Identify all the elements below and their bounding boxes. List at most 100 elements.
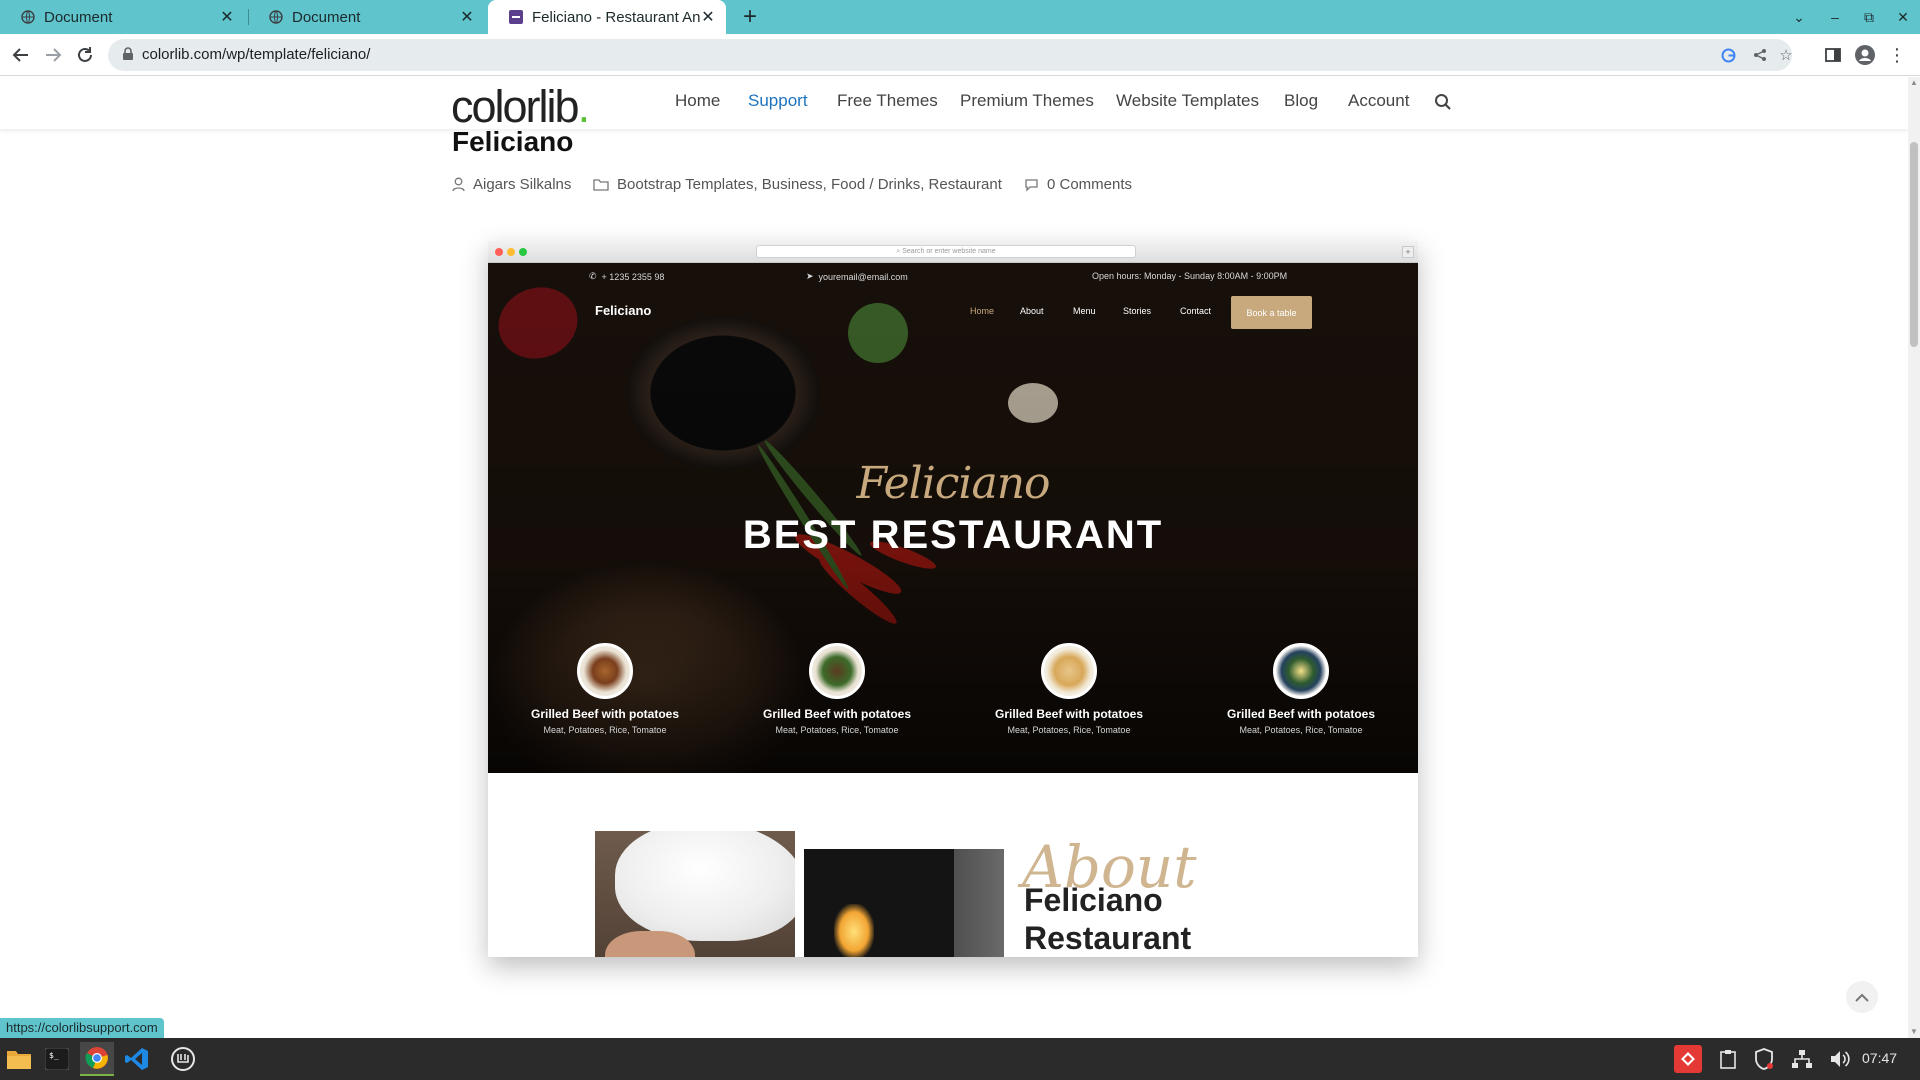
chef-hat-shape	[615, 831, 795, 941]
chrome-icon[interactable]	[80, 1042, 114, 1076]
network-tray-icon[interactable]	[1788, 1045, 1816, 1073]
post-comments: 0 Comments	[1024, 176, 1132, 193]
taskbar-clock[interactable]: 07:47	[1862, 1050, 1897, 1066]
status-bar-url: https://colorlibsupport.com	[0, 1018, 164, 1038]
lock-icon	[122, 47, 134, 66]
preview-dish-card: Grilled Beef with potatoes Meat, Potatoe…	[974, 643, 1164, 735]
tab-title: Document	[292, 8, 361, 26]
preview-dish-card: Grilled Beef with potatoes Meat, Potatoe…	[742, 643, 932, 735]
globe-icon	[268, 10, 283, 25]
nav-website-templates[interactable]: Website Templates	[1116, 91, 1259, 111]
tab-title: Document	[44, 8, 113, 26]
chef-coat-shape	[804, 849, 954, 957]
comments-link[interactable]: 0 Comments	[1047, 176, 1132, 193]
globe-icon	[20, 10, 35, 25]
close-window-icon[interactable]: ✕	[1886, 0, 1920, 34]
profile-avatar-icon[interactable]	[1850, 40, 1880, 70]
browser-tab-document-2[interactable]: Document ✕	[248, 0, 485, 34]
nav-premium-themes[interactable]: Premium Themes	[960, 91, 1094, 111]
browser-tab-feliciano[interactable]: Feliciano - Restaurant And Ca ✕	[488, 0, 726, 34]
dish-image	[577, 643, 633, 699]
post-author: Aigars Silkalns	[452, 176, 571, 193]
dish-image	[1273, 643, 1329, 699]
categories-links[interactable]: Bootstrap Templates, Business, Food / Dr…	[617, 176, 1002, 193]
bookmark-star-icon[interactable]: ☆	[1776, 45, 1796, 65]
page-scrollbar[interactable]: ▲ ▼	[1908, 77, 1920, 1038]
user-icon	[452, 177, 465, 192]
scrollbar-thumb[interactable]	[1910, 142, 1918, 347]
preview-dish-card: Grilled Beef with potatoes Meat, Potatoe…	[1206, 643, 1396, 735]
google-lens-icon[interactable]	[1718, 45, 1738, 65]
anydesk-tray-icon[interactable]	[1674, 1045, 1702, 1073]
nav-account[interactable]: Account	[1348, 91, 1409, 111]
browser-tab-document-1[interactable]: Document ✕	[0, 0, 245, 34]
close-tab-icon[interactable]: ✕	[700, 7, 716, 27]
share-icon[interactable]	[1750, 45, 1770, 65]
close-dot-icon	[495, 248, 503, 256]
close-tab-icon[interactable]: ✕	[219, 7, 235, 27]
dish-image	[1041, 643, 1097, 699]
volume-tray-icon[interactable]	[1826, 1045, 1854, 1073]
preview-url-field: ⌕ Search or enter website name	[756, 245, 1136, 258]
site-header: colorlib. Home Support Free Themes Premi…	[0, 77, 1908, 132]
dish-ingredients: Meat, Potatoes, Rice, Tomatoe	[1007, 725, 1131, 735]
scroll-down-icon[interactable]: ▼	[1910, 1028, 1918, 1036]
search-icon[interactable]	[1434, 93, 1452, 116]
browser-toolbar: colorlib.com/wp/template/feliciano/ ☆ ⋮	[0, 34, 1920, 76]
tab-title: Feliciano - Restaurant And Ca	[532, 8, 700, 26]
os-taskbar: $_ 07:47	[0, 1038, 1920, 1080]
preview-new-tab-icon: +	[1402, 246, 1414, 258]
back-to-top-button[interactable]	[1846, 981, 1878, 1013]
nav-home[interactable]: Home	[675, 91, 720, 111]
restore-icon[interactable]: ⧉	[1852, 0, 1886, 34]
scroll-up-icon[interactable]: ▲	[1910, 79, 1918, 87]
preview-hero: ✆ + 1235 2355 98 ➤ youremail@email.com O…	[488, 263, 1418, 773]
vscode-icon[interactable]	[120, 1042, 154, 1076]
preview-nav-menu: Menu	[1073, 306, 1096, 316]
preview-nav-contact: Contact	[1180, 306, 1212, 316]
terminal-icon[interactable]: $_	[40, 1042, 74, 1076]
side-panel-icon[interactable]	[1818, 40, 1848, 70]
nav-blog[interactable]: Blog	[1284, 91, 1318, 111]
preview-hours: Open hours: Monday - Sunday 8:00AM - 9:0…	[1092, 271, 1288, 281]
file-manager-icon[interactable]	[2, 1042, 36, 1076]
clipboard-tray-icon[interactable]	[1714, 1045, 1742, 1073]
preview-email: ➤ youremail@email.com	[806, 271, 908, 282]
folder-icon	[593, 179, 609, 191]
dish-image	[809, 643, 865, 699]
chef-cooking-photo	[804, 849, 1004, 957]
author-link[interactable]: Aigars Silkalns	[473, 176, 571, 193]
close-tab-icon[interactable]: ✕	[459, 7, 475, 27]
preview-about-section: About Feliciano Restaurant	[488, 773, 1418, 957]
dish-name: Grilled Beef with potatoes	[994, 707, 1144, 721]
browser-menu-icon[interactable]: ⋮	[1882, 40, 1912, 70]
nav-free-themes[interactable]: Free Themes	[837, 91, 938, 111]
new-tab-button[interactable]: +	[736, 2, 764, 32]
reload-icon[interactable]	[70, 40, 100, 70]
template-preview[interactable]: ⌕ Search or enter website name + ✆ + 123…	[488, 241, 1418, 957]
nav-support[interactable]: Support	[748, 91, 808, 111]
colorlib-logo[interactable]: colorlib.	[451, 81, 590, 133]
dish-name: Grilled Beef with potatoes	[530, 707, 680, 721]
browser-tab-strip: Document ✕ Document ✕ Feliciano - Restau…	[0, 0, 1920, 34]
minimize-icon[interactable]: –	[1818, 0, 1852, 34]
dish-ingredients: Meat, Potatoes, Rice, Tomatoe	[775, 725, 899, 735]
mint-menu-icon[interactable]	[166, 1042, 200, 1076]
flame-shape	[834, 904, 874, 957]
tab-search-icon[interactable]: ⌄	[1782, 0, 1816, 34]
shield-tray-icon[interactable]	[1750, 1045, 1778, 1073]
minimize-dot-icon	[507, 248, 515, 256]
preview-phone: ✆ + 1235 2355 98	[589, 271, 665, 282]
preview-script-title: Feliciano	[856, 458, 1050, 509]
chef-hat-photo	[595, 831, 795, 957]
back-arrow-icon[interactable]	[6, 40, 36, 70]
address-bar[interactable]: colorlib.com/wp/template/feliciano/ ☆	[108, 39, 1793, 71]
dish-name: Grilled Beef with potatoes	[1226, 707, 1376, 721]
forward-arrow-icon[interactable]	[38, 40, 68, 70]
url-text: colorlib.com/wp/template/feliciano/	[142, 46, 371, 63]
page-viewport: colorlib. Home Support Free Themes Premi…	[0, 77, 1908, 1038]
svg-text:$_: $_	[49, 1051, 59, 1060]
post-categories: Bootstrap Templates, Business, Food / Dr…	[593, 176, 1002, 193]
comment-icon	[1025, 178, 1038, 192]
dish-name: Grilled Beef with potatoes	[762, 707, 912, 721]
